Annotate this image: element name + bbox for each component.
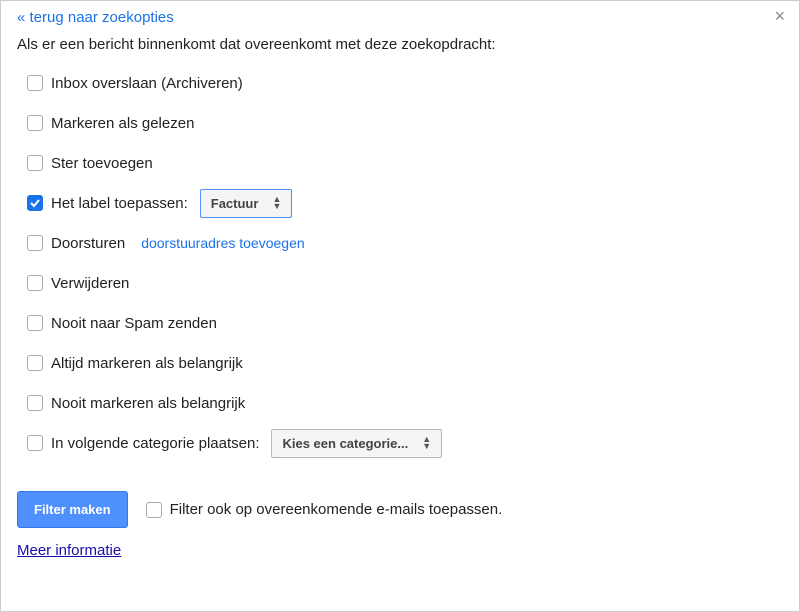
option-forward: Doorsturen doorstuuradres toevoegen [27, 223, 783, 263]
option-delete: Verwijderen [27, 263, 783, 303]
option-label: Markeren als gelezen [51, 115, 194, 132]
option-label: Doorsturen [51, 235, 125, 252]
option-label: Inbox overslaan (Archiveren) [51, 75, 243, 92]
option-label: Nooit naar Spam zenden [51, 315, 217, 332]
checkbox-never-important[interactable] [27, 395, 43, 411]
option-never-important: Nooit markeren als belangrijk [27, 383, 783, 423]
more-info-link[interactable]: Meer informatie [17, 542, 121, 559]
filter-dialog: « terug naar zoekopties × Als er een ber… [0, 0, 800, 612]
checkbox-apply-label[interactable] [27, 195, 43, 211]
sort-icon: ▲▼ [272, 196, 281, 210]
option-apply-label: Het label toepassen: Factuur ▲▼ [27, 183, 783, 223]
also-apply-label: Filter ook op overeenkomende e-mails toe… [170, 501, 503, 518]
option-star: Ster toevoegen [27, 143, 783, 183]
option-label: Ster toevoegen [51, 155, 153, 172]
checkbox-categorize[interactable] [27, 435, 43, 451]
option-label: In volgende categorie plaatsen: [51, 435, 259, 452]
add-forward-address-link[interactable]: doorstuuradres toevoegen [141, 235, 304, 251]
also-apply-wrap: Filter ook op overeenkomende e-mails toe… [146, 501, 503, 518]
option-label: Het label toepassen: [51, 195, 188, 212]
checkbox-skip-inbox[interactable] [27, 75, 43, 91]
option-always-important: Altijd markeren als belangrijk [27, 343, 783, 383]
category-select[interactable]: Kies een categorie... ▲▼ [271, 429, 442, 458]
back-to-search-link[interactable]: « terug naar zoekopties [17, 9, 174, 26]
checkbox-also-apply[interactable] [146, 502, 162, 518]
option-label: Altijd markeren als belangrijk [51, 355, 243, 372]
option-skip-inbox: Inbox overslaan (Archiveren) [27, 63, 783, 103]
options-list: Inbox overslaan (Archiveren) Markeren al… [27, 63, 783, 463]
create-filter-button[interactable]: Filter maken [17, 491, 128, 528]
category-select-value: Kies een categorie... [282, 436, 408, 451]
checkbox-delete[interactable] [27, 275, 43, 291]
option-never-spam: Nooit naar Spam zenden [27, 303, 783, 343]
label-select-value: Factuur [211, 196, 259, 211]
checkbox-forward[interactable] [27, 235, 43, 251]
option-categorize: In volgende categorie plaatsen: Kies een… [27, 423, 783, 463]
label-select[interactable]: Factuur ▲▼ [200, 189, 293, 218]
checkbox-mark-read[interactable] [27, 115, 43, 131]
close-icon[interactable]: × [774, 7, 785, 25]
option-mark-read: Markeren als gelezen [27, 103, 783, 143]
checkbox-star[interactable] [27, 155, 43, 171]
footer-row: Filter maken Filter ook op overeenkomend… [17, 491, 783, 528]
option-label: Verwijderen [51, 275, 129, 292]
sort-icon: ▲▼ [422, 436, 431, 450]
checkbox-always-important[interactable] [27, 355, 43, 371]
option-label: Nooit markeren als belangrijk [51, 395, 245, 412]
intro-text: Als er een bericht binnenkomt dat overee… [17, 36, 783, 53]
checkbox-never-spam[interactable] [27, 315, 43, 331]
